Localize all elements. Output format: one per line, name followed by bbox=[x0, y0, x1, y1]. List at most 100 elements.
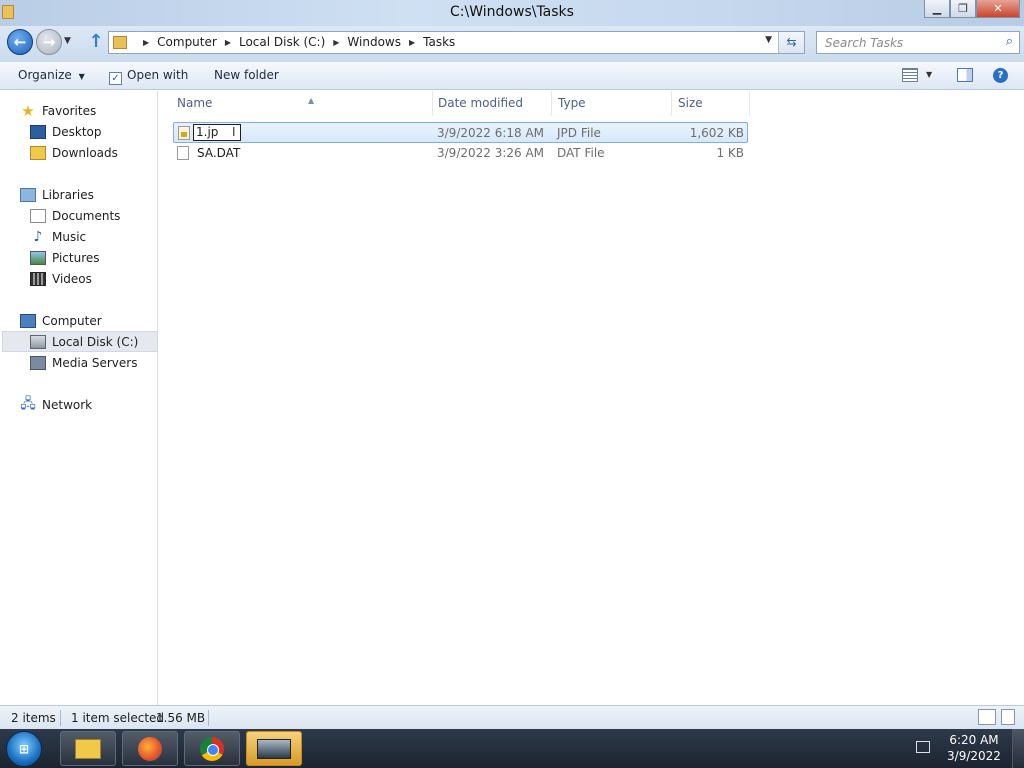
taskbar-explorer[interactable] bbox=[60, 731, 116, 766]
file-date: 3/9/2022 3:26 AM bbox=[437, 146, 545, 160]
open-with-icon: ✓ bbox=[109, 72, 122, 85]
address-bar[interactable]: ▶ Computer ▶ Local Disk (C:) ▶ Windows ▶… bbox=[108, 31, 805, 54]
chevron-right-icon[interactable]: ▶ bbox=[333, 38, 339, 47]
minimize-icon: ▁ bbox=[932, 2, 942, 15]
selection-info: 1 item selected bbox=[71, 711, 165, 725]
locked-file-icon bbox=[178, 126, 190, 140]
refresh-button[interactable]: ⇆ bbox=[778, 32, 804, 53]
start-button[interactable]: ⊞ bbox=[6, 731, 42, 767]
star-icon: ★ bbox=[21, 101, 35, 120]
back-arrow-icon: ← bbox=[13, 33, 27, 51]
desktop-icon bbox=[30, 124, 46, 139]
navigation-pane: ★ Favorites Desktop Downloads Libraries D… bbox=[0, 91, 158, 705]
views-icon[interactable] bbox=[902, 68, 918, 82]
recent-pages-dropdown[interactable]: ▼ bbox=[64, 36, 71, 46]
clock-time: 6:20 AM bbox=[949, 733, 999, 747]
clock[interactable]: 6:20 AM 3/9/2022 bbox=[944, 732, 1004, 764]
chevron-right-icon[interactable]: ▶ bbox=[225, 38, 231, 47]
organize-button[interactable]: Organize ▼ bbox=[18, 68, 85, 82]
new-folder-button[interactable]: New folder bbox=[214, 68, 279, 82]
nav-label: Documents bbox=[52, 208, 121, 223]
taskbar-firefox[interactable] bbox=[122, 731, 178, 766]
nav-label: Videos bbox=[52, 271, 92, 286]
address-row: ← → ▼ ↑ ▶ Computer ▶ Local Disk (C:) ▶ W… bbox=[0, 26, 1024, 62]
file-icon bbox=[177, 146, 189, 160]
nav-label: Media Servers bbox=[52, 355, 138, 370]
file-size: 1 KB bbox=[716, 146, 744, 160]
up-arrow-icon: ↑ bbox=[88, 31, 104, 52]
nav-label: Pictures bbox=[52, 250, 100, 265]
file-type: JPD File bbox=[557, 126, 601, 140]
nav-computer[interactable]: Computer bbox=[20, 310, 176, 331]
nav-label: Music bbox=[52, 229, 87, 244]
preview-pane-icon[interactable] bbox=[957, 68, 973, 82]
firefox-icon bbox=[138, 736, 162, 761]
app-icon bbox=[257, 738, 291, 759]
nav-favorites[interactable]: ★ Favorites bbox=[20, 100, 176, 121]
back-button[interactable]: ← bbox=[7, 29, 33, 55]
folder-icon bbox=[75, 738, 101, 759]
column-header-type[interactable]: Type bbox=[552, 91, 672, 116]
media-server-icon bbox=[30, 355, 46, 370]
chevron-right-icon[interactable]: ▶ bbox=[409, 38, 415, 47]
nav-label: Desktop bbox=[52, 124, 102, 139]
videos-icon bbox=[30, 271, 46, 286]
close-icon: ✕ bbox=[993, 2, 1003, 15]
details-view-icon[interactable] bbox=[978, 709, 996, 725]
table-row[interactable]: 1.jp I 3/9/2022 6:18 AM JPD File 1,602 K… bbox=[173, 122, 748, 143]
nav-libraries[interactable]: Libraries bbox=[20, 184, 176, 205]
chevron-down-icon: ▼ bbox=[78, 72, 85, 81]
libraries-icon bbox=[20, 187, 36, 202]
open-with-button[interactable]: ✓ Open with bbox=[109, 68, 188, 85]
breadcrumb: ▶ Computer ▶ Local Disk (C:) ▶ Windows ▶… bbox=[135, 35, 455, 49]
column-label: Type bbox=[558, 96, 586, 110]
up-button[interactable]: ↑ bbox=[86, 32, 106, 52]
nav-label: Downloads bbox=[52, 145, 118, 160]
help-icon[interactable]: ? bbox=[993, 68, 1008, 83]
selection-size: 1.56 MB bbox=[156, 711, 206, 725]
column-header-name[interactable]: Name ▲ bbox=[171, 91, 433, 116]
text-cursor-icon: I bbox=[232, 125, 236, 139]
nav-label: Computer bbox=[42, 313, 102, 328]
status-bar: 2 items 1 item selected 1.56 MB bbox=[0, 705, 1024, 729]
forward-button[interactable]: → bbox=[36, 29, 62, 55]
chevron-right-icon[interactable]: ▶ bbox=[143, 38, 149, 47]
nav-label: Network bbox=[42, 397, 93, 412]
documents-icon bbox=[30, 208, 46, 223]
refresh-icon: ⇆ bbox=[786, 35, 797, 49]
nav-label: Libraries bbox=[42, 187, 94, 202]
file-date: 3/9/2022 6:18 AM bbox=[437, 126, 545, 140]
views-dropdown[interactable]: ▼ bbox=[926, 70, 932, 79]
clock-date: 3/9/2022 bbox=[947, 749, 1001, 763]
restore-button[interactable]: ❐ bbox=[950, 0, 976, 18]
breadcrumb-tasks[interactable]: Tasks bbox=[423, 35, 455, 49]
address-history-dropdown[interactable]: ▼ bbox=[765, 35, 772, 45]
breadcrumb-computer[interactable]: Computer bbox=[157, 35, 217, 49]
close-button[interactable]: ✕ bbox=[976, 0, 1020, 18]
show-desktop-button[interactable] bbox=[1012, 729, 1024, 768]
taskbar-chrome[interactable] bbox=[184, 731, 240, 766]
minimize-button[interactable]: ▁ bbox=[924, 0, 950, 18]
large-icons-view-icon[interactable] bbox=[1001, 709, 1015, 725]
window-controls: ▁ ❐ ✕ bbox=[924, 0, 1020, 18]
breadcrumb-local-disk[interactable]: Local Disk (C:) bbox=[239, 35, 325, 49]
nav-network[interactable]: 🖧 Network bbox=[20, 394, 176, 415]
column-header-date[interactable]: Date modified bbox=[432, 91, 552, 116]
music-icon: ♪ bbox=[33, 228, 43, 245]
column-header-size[interactable]: Size bbox=[672, 91, 750, 116]
search-input[interactable]: Search Tasks ⌕ bbox=[816, 31, 1020, 54]
column-label: Name bbox=[177, 96, 213, 110]
network-tray-icon[interactable] bbox=[916, 741, 930, 753]
breadcrumb-windows[interactable]: Windows bbox=[347, 35, 401, 49]
sort-ascending-icon: ▲ bbox=[308, 96, 315, 105]
computer-icon bbox=[20, 313, 36, 328]
title-bar: C:\Windows\Tasks ▁ ❐ ✕ bbox=[0, 0, 1024, 26]
search-icon[interactable]: ⌕ bbox=[1006, 34, 1013, 49]
taskbar: ⊞ 6:20 AM 3/9/2022 bbox=[0, 729, 1024, 768]
search-placeholder: Search Tasks bbox=[825, 36, 904, 50]
nav-item-local-disk[interactable]: Local Disk (C:) bbox=[2, 331, 158, 352]
table-row[interactable]: SA.DAT 3/9/2022 3:26 AM DAT File 1 KB bbox=[173, 143, 748, 164]
column-label: Size bbox=[678, 96, 703, 110]
folder-icon bbox=[113, 36, 127, 49]
taskbar-app[interactable] bbox=[246, 731, 302, 766]
